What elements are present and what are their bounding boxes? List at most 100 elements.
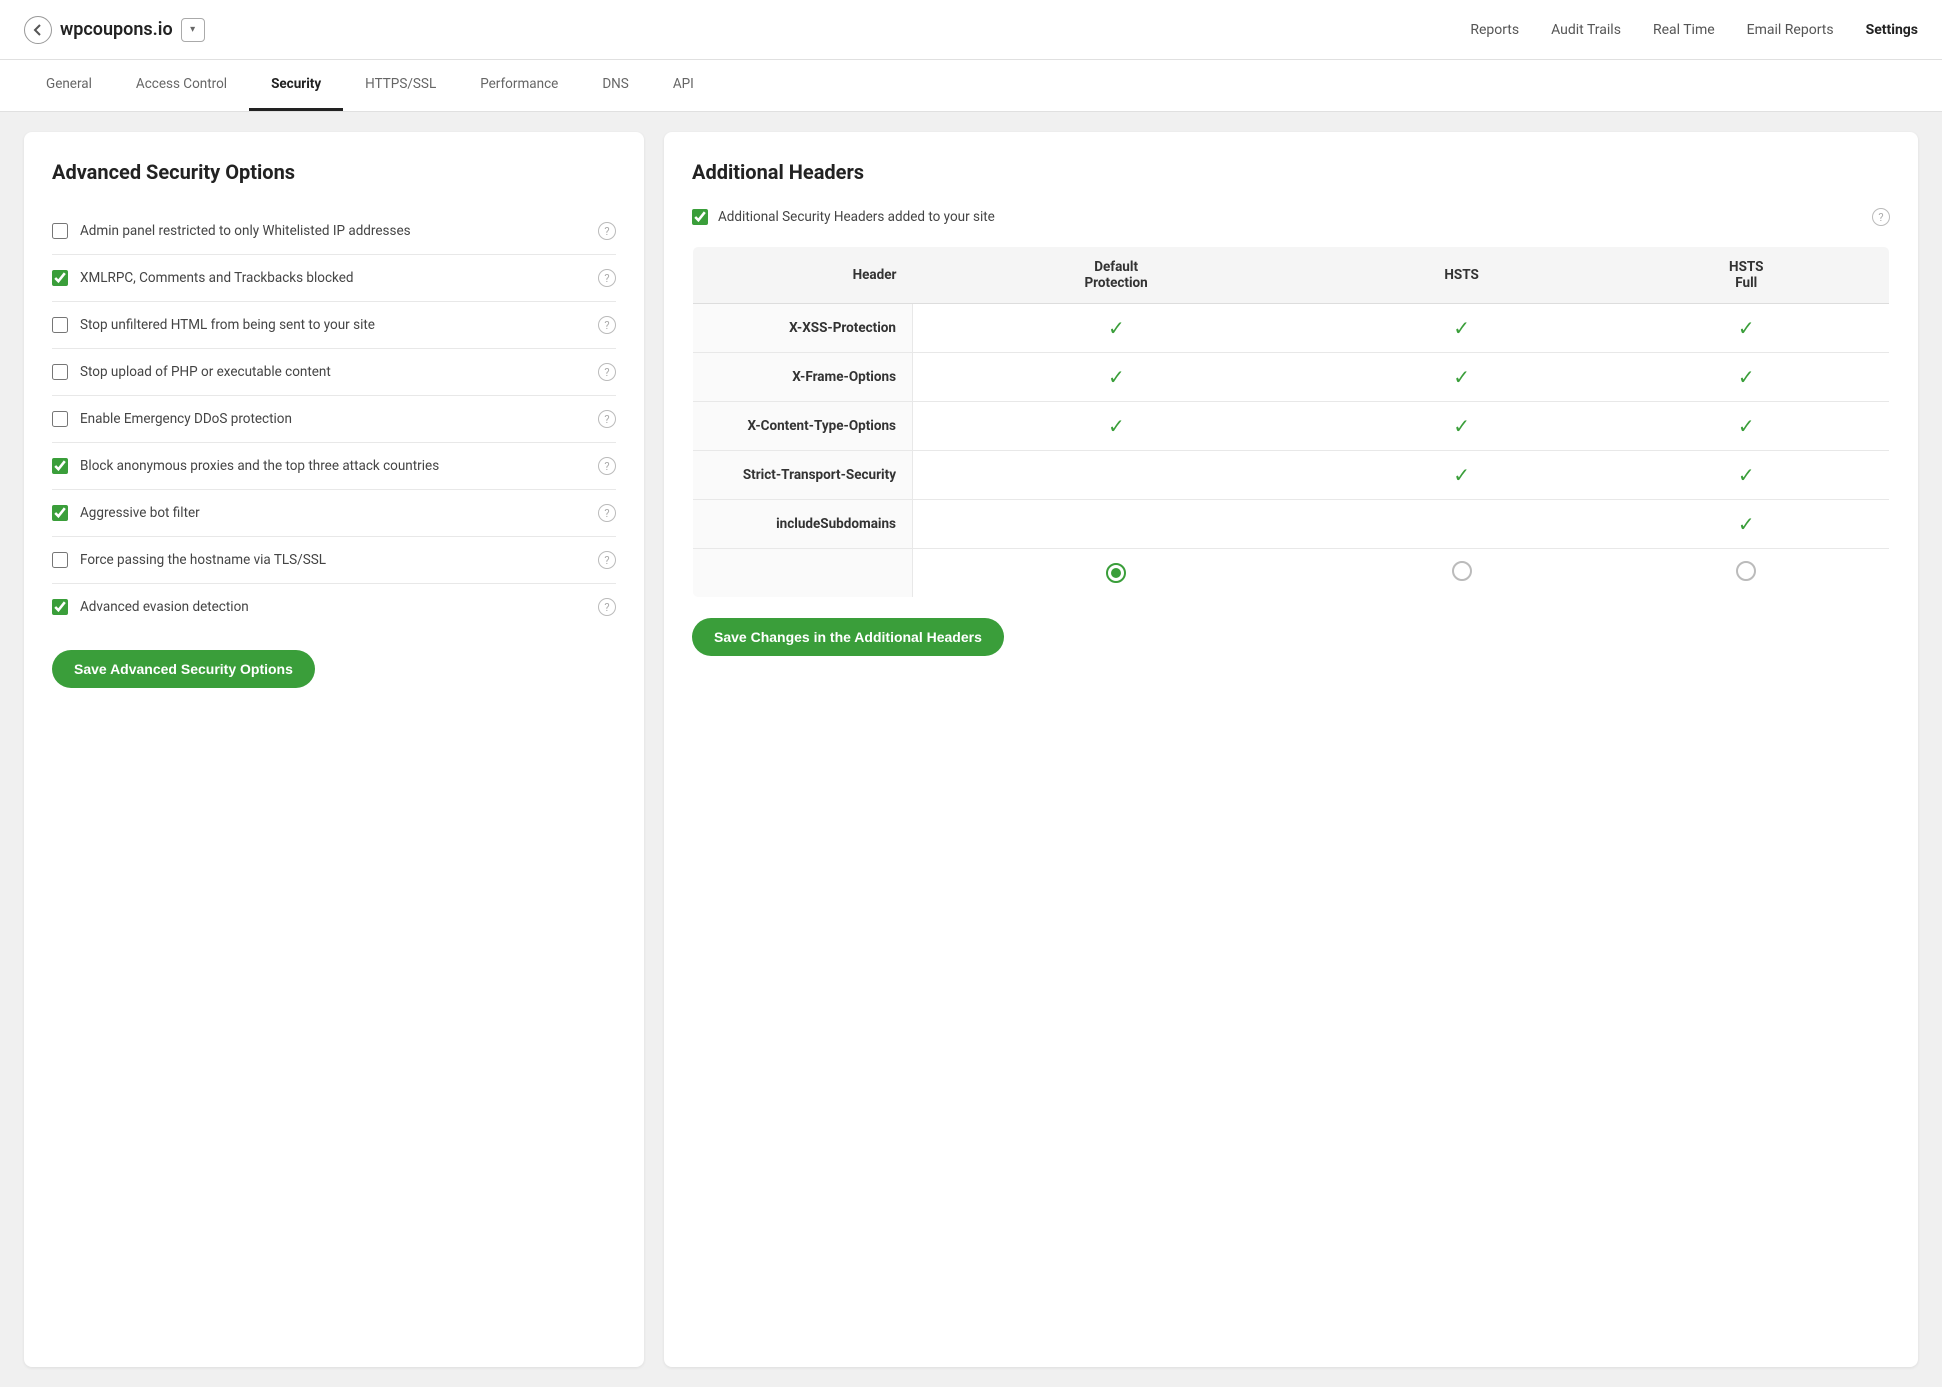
nav-real-time[interactable]: Real Time: [1653, 18, 1715, 42]
cell-content-type-hsts-full: ✓: [1604, 402, 1890, 451]
site-selector-dropdown[interactable]: ▾: [181, 18, 205, 42]
advanced-security-title: Advanced Security Options: [52, 160, 616, 184]
label-evasion-detection: Advanced evasion detection: [80, 599, 586, 615]
table-row-frame: X-Frame-Options ✓ ✓ ✓: [693, 353, 1890, 402]
back-button[interactable]: [24, 16, 52, 44]
checkbox-evasion-detection[interactable]: [52, 599, 68, 615]
check-icon: ✓: [1453, 463, 1470, 487]
nav-audit-trails[interactable]: Audit Trails: [1551, 18, 1621, 42]
save-advanced-security-button[interactable]: Save Advanced Security Options: [52, 650, 315, 688]
help-evasion-detection[interactable]: ?: [598, 598, 616, 616]
tab-https-ssl[interactable]: HTTPS/SSL: [343, 60, 458, 111]
radio-hsts-full[interactable]: [1736, 561, 1756, 581]
cell-content-type-default: ✓: [913, 402, 1320, 451]
option-block-proxies: Block anonymous proxies and the top thre…: [52, 443, 616, 490]
table-row-xss: X-XSS-Protection ✓ ✓ ✓: [693, 304, 1890, 353]
table-row-strict-transport: Strict-Transport-Security ✓ ✓: [693, 451, 1890, 500]
option-xmlrpc: XMLRPC, Comments and Trackbacks blocked …: [52, 255, 616, 302]
cell-frame-default: ✓: [913, 353, 1320, 402]
option-evasion-detection: Advanced evasion detection ?: [52, 584, 616, 630]
header-name-include-subdomains: includeSubdomains: [693, 500, 913, 549]
cell-strict-transport-default: [913, 451, 1320, 500]
label-admin-whitelist: Admin panel restricted to only Whitelist…: [80, 223, 586, 239]
label-xmlrpc: XMLRPC, Comments and Trackbacks blocked: [80, 270, 586, 286]
tab-access-control[interactable]: Access Control: [114, 60, 249, 111]
help-stop-html[interactable]: ?: [598, 316, 616, 334]
advanced-security-panel: Advanced Security Options Admin panel re…: [24, 132, 644, 1367]
check-icon: ✓: [1738, 463, 1755, 487]
additional-headers-label: Additional Security Headers added to you…: [718, 209, 995, 225]
tab-dns[interactable]: DNS: [580, 60, 651, 111]
check-icon: ✓: [1108, 365, 1125, 389]
radio-hsts-full-cell[interactable]: [1604, 549, 1890, 598]
checkbox-xmlrpc[interactable]: [52, 270, 68, 286]
tabs-bar: General Access Control Security HTTPS/SS…: [0, 60, 1942, 112]
tab-general[interactable]: General: [24, 60, 114, 111]
logo-area: wpcoupons.io ▾: [24, 16, 205, 44]
help-block-proxies[interactable]: ?: [598, 457, 616, 475]
nav-email-reports[interactable]: Email Reports: [1747, 18, 1834, 42]
nav-links: Reports Audit Trails Real Time Email Rep…: [1470, 18, 1918, 42]
cell-strict-transport-hsts-full: ✓: [1604, 451, 1890, 500]
tab-api[interactable]: API: [651, 60, 716, 111]
check-icon: ✓: [1738, 316, 1755, 340]
checkbox-stop-html[interactable]: [52, 317, 68, 333]
header-name-strict-transport: Strict-Transport-Security: [693, 451, 913, 500]
checkbox-bot-filter[interactable]: [52, 505, 68, 521]
cell-include-subdomains-default: [913, 500, 1320, 549]
col-header: Header: [693, 247, 913, 304]
label-bot-filter: Aggressive bot filter: [80, 505, 586, 521]
checkbox-admin-whitelist[interactable]: [52, 223, 68, 239]
help-additional-headers[interactable]: ?: [1872, 208, 1890, 226]
option-stop-php-upload: Stop upload of PHP or executable content…: [52, 349, 616, 396]
checkbox-emergency-ddos[interactable]: [52, 411, 68, 427]
help-force-tls[interactable]: ?: [598, 551, 616, 569]
top-navigation: wpcoupons.io ▾ Reports Audit Trails Real…: [0, 0, 1942, 60]
label-stop-html: Stop unfiltered HTML from being sent to …: [80, 317, 586, 333]
checkbox-additional-headers[interactable]: [692, 209, 708, 225]
help-emergency-ddos[interactable]: ?: [598, 410, 616, 428]
cell-xss-default: ✓: [913, 304, 1320, 353]
save-additional-headers-button[interactable]: Save Changes in the Additional Headers: [692, 618, 1004, 656]
cell-include-subdomains-hsts: [1320, 500, 1604, 549]
logo-text: wpcoupons.io: [60, 19, 173, 40]
cell-frame-hsts: ✓: [1320, 353, 1604, 402]
cell-include-subdomains-hsts-full: ✓: [1604, 500, 1890, 549]
additional-headers-check-row: Additional Security Headers added to you…: [692, 208, 1890, 226]
nav-reports[interactable]: Reports: [1470, 18, 1519, 42]
nav-settings[interactable]: Settings: [1866, 18, 1918, 42]
check-icon: ✓: [1453, 316, 1470, 340]
col-hsts-full: HSTSFull: [1604, 247, 1890, 304]
col-hsts: HSTS: [1320, 247, 1604, 304]
cell-content-type-hsts: ✓: [1320, 402, 1604, 451]
check-icon: ✓: [1738, 414, 1755, 438]
tab-performance[interactable]: Performance: [458, 60, 580, 111]
tab-security[interactable]: Security: [249, 60, 343, 111]
checkbox-stop-php-upload[interactable]: [52, 364, 68, 380]
radio-hsts-cell[interactable]: [1320, 549, 1604, 598]
option-admin-whitelist: Admin panel restricted to only Whitelist…: [52, 208, 616, 255]
headers-table: Header DefaultProtection HSTS HSTSFull X…: [692, 246, 1890, 598]
label-emergency-ddos: Enable Emergency DDoS protection: [80, 411, 586, 427]
col-default: DefaultProtection: [913, 247, 1320, 304]
help-stop-php-upload[interactable]: ?: [598, 363, 616, 381]
label-block-proxies: Block anonymous proxies and the top thre…: [80, 458, 586, 474]
cell-frame-hsts-full: ✓: [1604, 353, 1890, 402]
help-admin-whitelist[interactable]: ?: [598, 222, 616, 240]
additional-headers-title: Additional Headers: [692, 160, 1890, 184]
help-xmlrpc[interactable]: ?: [598, 269, 616, 287]
cell-xss-hsts-full: ✓: [1604, 304, 1890, 353]
cell-strict-transport-hsts: ✓: [1320, 451, 1604, 500]
table-row-radio: [693, 549, 1890, 598]
check-icon: ✓: [1453, 365, 1470, 389]
radio-default-cell[interactable]: [913, 549, 1320, 598]
check-icon: ✓: [1108, 414, 1125, 438]
radio-default-selected[interactable]: [1106, 563, 1126, 583]
help-bot-filter[interactable]: ?: [598, 504, 616, 522]
additional-headers-panel: Additional Headers Additional Security H…: [664, 132, 1918, 1367]
check-icon: ✓: [1738, 512, 1755, 536]
checkbox-force-tls[interactable]: [52, 552, 68, 568]
checkbox-block-proxies[interactable]: [52, 458, 68, 474]
radio-hsts[interactable]: [1452, 561, 1472, 581]
check-icon: ✓: [1738, 365, 1755, 389]
